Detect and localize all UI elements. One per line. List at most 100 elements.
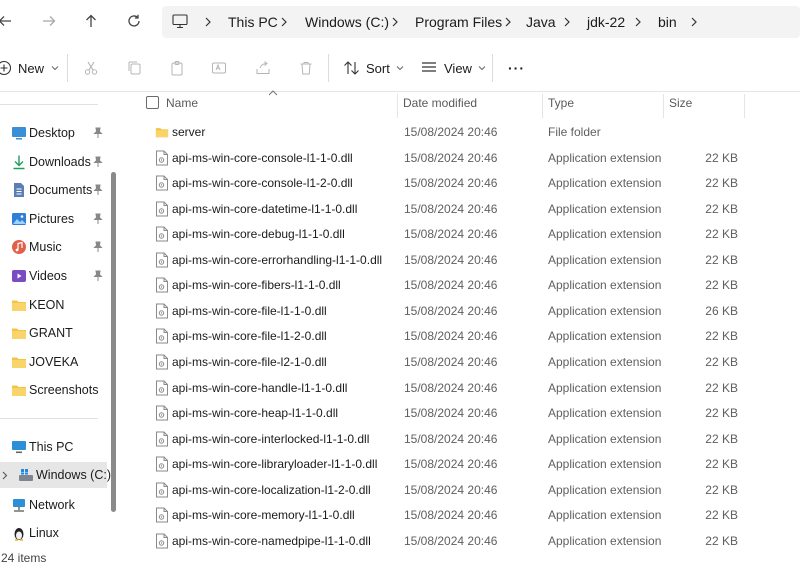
divider [0,104,98,105]
table-row[interactable]: api-ms-win-core-file-l1-2-0.dll 15/08/202… [120,323,800,348]
sidebar-item-desktop[interactable]: Desktop [0,120,107,146]
file-type: File folder [548,125,601,139]
file-name: api-ms-win-core-handle-l1-1-0.dll [172,380,348,395]
column-divider[interactable] [542,94,543,118]
sidebar-scrollbar[interactable] [111,172,116,512]
column-header-size[interactable]: Size [669,96,692,110]
table-row[interactable]: api-ms-win-core-interlocked-l1-1-0.dll 15… [120,426,800,451]
column-header-type[interactable]: Type [548,96,574,110]
sidebar-item-keon[interactable]: KEON [0,292,107,318]
sidebar-item-label: JOVEKA [29,355,79,369]
file-type: Application extension [548,380,662,395]
table-row[interactable]: api-ms-win-core-console-l1-1-0.dll 15/08/… [120,145,800,170]
chevron-right-icon[interactable] [688,16,700,28]
file-date-modified: 15/08/2024 20:46 [404,303,498,318]
table-row[interactable]: api-ms-win-core-memory-l1-1-0.dll 15/08/2… [120,502,800,527]
file-size: 22 KB [705,201,738,216]
address-bar[interactable]: This PC Windows (C:) Program Files Java … [162,6,800,38]
table-row[interactable]: api-ms-win-core-libraryloader-l1-1-0.dll… [120,451,800,476]
sort-button[interactable]: Sort [343,56,404,80]
file-date-modified: 15/08/2024 20:46 [404,252,498,267]
sidebar-item-documents[interactable]: Documents [0,177,107,203]
breadcrumb-windows-c[interactable]: Windows (C:) [305,14,389,30]
column-divider[interactable] [397,94,398,118]
column-divider[interactable] [663,94,664,118]
divider [67,54,68,82]
sidebar-item-label: GRANT [29,326,73,340]
sidebar-item-windows-c[interactable]: Windows (C:) [0,462,111,488]
sidebar-item-label: Videos [29,269,67,283]
chevron-down-icon [478,66,486,71]
breadcrumb-bin[interactable]: bin [658,14,677,30]
paste-icon[interactable] [167,58,187,78]
sidebar-item-screenshots[interactable]: Screenshots [0,377,107,403]
cut-icon[interactable] [81,58,101,78]
file-type: Application extension [548,252,662,267]
table-row[interactable]: api-ms-win-core-handle-l1-1-0.dll 15/08/2… [120,375,800,400]
file-date-modified: 15/08/2024 20:46 [404,431,498,446]
pin-icon[interactable] [92,213,104,225]
pin-icon[interactable] [92,156,104,168]
breadcrumb-program-files[interactable]: Program Files [415,14,502,30]
table-row[interactable]: api-ms-win-core-console-l1-2-0.dll 15/08/… [120,170,800,195]
table-row[interactable]: api-ms-win-core-file-l2-1-0.dll 15/08/202… [120,349,800,374]
pin-icon[interactable] [92,184,104,196]
column-header-date[interactable]: Date modified [403,96,477,110]
share-icon[interactable] [253,58,273,78]
file-size: 22 KB [705,406,738,421]
chevron-right-icon[interactable] [1,471,8,480]
sidebar-item-pictures[interactable]: Pictures [0,206,107,232]
dll-file-icon [156,252,168,268]
folder-icon [12,328,26,339]
sidebar-item-label: Desktop [29,126,75,140]
table-row[interactable]: api-ms-win-core-localization-l1-2-0.dll 1… [120,477,800,502]
more-options-button[interactable]: ··· [508,56,525,80]
file-size: 22 KB [705,278,738,293]
status-item-count: 24 items [1,551,47,565]
file-size: 22 KB [705,508,738,523]
sidebar-item-videos[interactable]: Videos [0,263,107,289]
select-all-checkbox[interactable] [146,96,159,109]
new-button[interactable]: New [0,56,59,80]
breadcrumb-jdk-22[interactable]: jdk-22 [587,14,625,30]
dll-file-icon [156,303,168,319]
pin-icon[interactable] [92,241,104,253]
new-label: New [18,60,45,76]
table-row[interactable]: server 15/08/2024 20:46 File folder [120,119,800,144]
sidebar-item-this-pc[interactable]: This PC [0,434,107,460]
forward-icon[interactable] [38,10,60,32]
table-row[interactable]: api-ms-win-core-namedpipe-l1-1-0.dll 15/0… [120,528,800,553]
network-icon [13,499,25,512]
table-row[interactable]: api-ms-win-core-heap-l1-1-0.dll 15/08/202… [120,400,800,425]
file-date-modified: 15/08/2024 20:46 [404,150,498,165]
sidebar-item-network[interactable]: Network [0,492,107,518]
table-row[interactable]: api-ms-win-core-datetime-l1-1-0.dll 15/08… [120,196,800,221]
refresh-icon[interactable] [123,10,145,32]
table-row[interactable]: api-ms-win-core-fibers-l1-1-0.dll 15/08/2… [120,272,800,297]
table-row[interactable]: api-ms-win-core-debug-l1-1-0.dll 15/08/20… [120,221,800,246]
delete-icon[interactable] [296,58,316,78]
sidebar-item-downloads[interactable]: Downloads [0,149,107,175]
sidebar-item-music[interactable]: Music [0,234,107,260]
copy-icon[interactable] [124,58,144,78]
column-header-name[interactable]: Name [166,96,198,110]
table-row[interactable]: api-ms-win-core-errorhandling-l1-1-0.dll… [120,247,800,272]
file-size: 22 KB [705,354,738,369]
sidebar-item-joveka[interactable]: JOVEKA [0,349,107,375]
breadcrumb-java[interactable]: Java [526,14,556,30]
rename-icon[interactable] [209,58,229,78]
sidebar-item-grant[interactable]: GRANT [0,320,107,346]
pin-icon[interactable] [92,270,104,282]
download-icon [13,155,25,170]
dll-file-icon [156,354,168,370]
up-icon[interactable] [80,10,102,32]
column-divider[interactable] [744,94,745,118]
file-date-modified: 15/08/2024 20:46 [404,533,498,548]
view-button[interactable]: View [421,56,486,80]
pin-icon[interactable] [92,127,104,139]
table-row[interactable]: api-ms-win-core-file-l1-1-0.dll 15/08/202… [120,298,800,323]
breadcrumb-this-pc[interactable]: This PC [228,14,278,30]
sort-ascending-icon [268,90,278,96]
sidebar-item-linux[interactable]: Linux [0,520,107,546]
back-icon[interactable] [0,10,16,32]
